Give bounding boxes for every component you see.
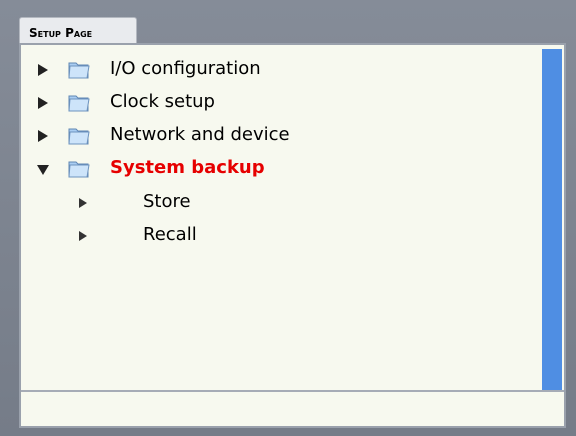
tree-view: I/O configuration Clock setup Network an… xyxy=(21,45,540,390)
folder-icon xyxy=(68,161,90,178)
tree-subitem-label: Recall xyxy=(143,224,197,245)
collapse-arrow-icon[interactable] xyxy=(37,165,49,175)
tree-item-clock-setup[interactable]: Clock setup xyxy=(21,91,540,120)
tree-subitem-recall[interactable]: Recall xyxy=(21,224,540,253)
folder-icon xyxy=(68,95,90,112)
tree-item-label: I/O configuration xyxy=(110,58,261,79)
expand-arrow-icon[interactable] xyxy=(38,130,48,142)
tree-subitem-store[interactable]: Store xyxy=(21,191,540,220)
status-bar xyxy=(21,392,564,426)
tree-item-label: System backup xyxy=(110,157,265,178)
tab-setup-page[interactable]: Setup Page xyxy=(19,17,137,43)
setup-window: Setup Page I/O configuration Clock setup… xyxy=(0,0,576,436)
folder-icon xyxy=(68,128,90,145)
setup-panel: I/O configuration Clock setup Network an… xyxy=(19,43,566,428)
expand-arrow-icon[interactable] xyxy=(38,64,48,76)
subitem-arrow-icon xyxy=(79,231,87,241)
tree-item-io-configuration[interactable]: I/O configuration xyxy=(21,58,540,87)
expand-arrow-icon[interactable] xyxy=(38,97,48,109)
tree-item-network-and-device[interactable]: Network and device xyxy=(21,124,540,153)
folder-icon xyxy=(68,62,90,79)
tree-item-system-backup[interactable]: System backup xyxy=(21,157,540,186)
tree-item-label: Network and device xyxy=(110,124,290,145)
tree-item-label: Clock setup xyxy=(110,91,215,112)
vertical-scrollbar[interactable] xyxy=(542,49,562,390)
subitem-arrow-icon xyxy=(79,198,87,208)
tab-label: Setup Page xyxy=(29,26,93,40)
tree-subitem-label: Store xyxy=(143,191,191,212)
